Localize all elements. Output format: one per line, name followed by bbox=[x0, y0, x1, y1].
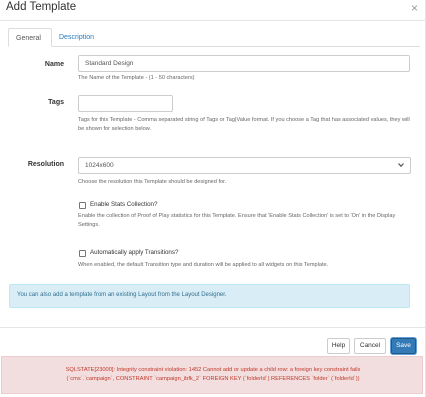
tab-description[interactable]: Description bbox=[52, 28, 101, 47]
cancel-button[interactable]: Cancel bbox=[354, 338, 386, 354]
resolution-selected-value: 1024x600 bbox=[85, 162, 114, 169]
tags-help: Tags for this Template - Comma separated… bbox=[78, 117, 410, 132]
chevron-down-icon bbox=[398, 163, 404, 168]
enable-stats-checkbox[interactable] bbox=[79, 202, 86, 209]
help-button[interactable]: Help bbox=[327, 338, 350, 354]
save-button[interactable]: Save bbox=[391, 338, 416, 354]
tab-general[interactable]: General bbox=[8, 28, 52, 47]
name-label: Name bbox=[44, 61, 64, 68]
info-text: You can also add a template from an exis… bbox=[17, 292, 227, 298]
footer-divider bbox=[0, 327, 426, 328]
resolution-select[interactable]: 1024x600 bbox=[78, 157, 411, 174]
error-message: SQLSTATE[23000]: Integrity constraint vi… bbox=[2, 366, 424, 384]
name-help: The Name of the Template - (1 - 50 chara… bbox=[78, 75, 195, 81]
auto-transitions-label: Automatically apply Transitions? bbox=[90, 249, 179, 256]
error-line-1: SQLSTATE[23000]: Integrity constraint vi… bbox=[65, 367, 361, 373]
auto-transitions-checkbox[interactable] bbox=[79, 250, 86, 257]
dialog-title: Add Template bbox=[6, 1, 77, 13]
enable-stats-help: Enable the collection of Proof of Play s… bbox=[78, 213, 396, 228]
auto-transitions-help: When enabled, the default Transition typ… bbox=[78, 262, 329, 268]
tags-label: Tags bbox=[48, 99, 64, 106]
dialog-header: Add Template × bbox=[0, 0, 426, 21]
error-alert: SQLSTATE[23000]: Integrity constraint vi… bbox=[1, 356, 423, 394]
resolution-label: Resolution bbox=[27, 161, 64, 168]
info-alert: You can also add a template from an exis… bbox=[9, 284, 410, 308]
tab-bar: General Description bbox=[8, 28, 420, 47]
error-line-2: (`cms`.`campaign`, CONSTRAINT `campaign_… bbox=[66, 376, 360, 382]
enable-stats-label: Enable Stats Collection? bbox=[90, 201, 158, 208]
name-input[interactable]: Standard Design bbox=[78, 55, 410, 72]
add-template-dialog: Add Template × General Description Name … bbox=[0, 0, 426, 397]
close-icon[interactable]: × bbox=[411, 1, 418, 15]
tags-input[interactable] bbox=[78, 95, 173, 112]
resolution-help: Choose the resolution this Template shou… bbox=[78, 179, 227, 185]
